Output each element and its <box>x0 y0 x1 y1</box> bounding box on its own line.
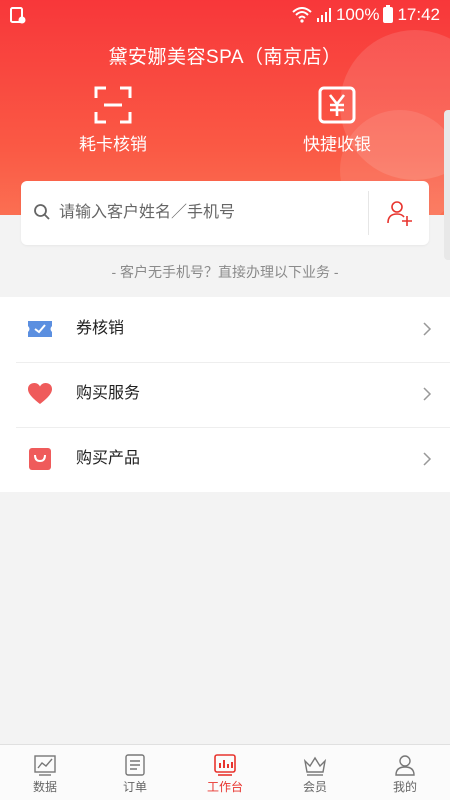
crown-icon <box>303 756 327 776</box>
tab-label: 我的 <box>392 780 417 794</box>
business-menu: 券核销 购买服务 购买产品 <box>0 297 450 492</box>
status-bar: 100% 17:42 <box>0 0 450 32</box>
yen-icon <box>318 86 356 124</box>
menu-label: 券核销 <box>76 320 125 337</box>
tab-label: 会员 <box>302 780 327 794</box>
signal-icon <box>316 8 331 22</box>
wifi-icon <box>292 7 312 23</box>
tab-members[interactable]: 会员 <box>270 745 360 800</box>
profile-icon <box>395 755 415 776</box>
battery-percent: 100% <box>335 5 380 24</box>
search-card <box>21 181 429 245</box>
workbench-icon <box>214 754 236 776</box>
shopping-bag-icon <box>29 448 51 470</box>
tab-profile[interactable]: 我的 <box>360 745 450 800</box>
clock: 17:42 <box>397 5 440 24</box>
side-drawer-handle[interactable] <box>444 110 450 260</box>
search-input[interactable] <box>59 181 379 245</box>
tab-label: 订单 <box>122 780 147 794</box>
tab-label: 数据 <box>32 780 57 794</box>
battery-icon <box>383 5 394 23</box>
divider <box>368 191 369 235</box>
coupon-icon <box>28 321 52 337</box>
tab-workbench[interactable]: 工作台 <box>180 745 270 800</box>
add-member-icon[interactable] <box>386 199 414 227</box>
notification-icon <box>10 7 26 24</box>
store-name[interactable]: 黛安娜美容SPA（南京店） <box>0 42 450 69</box>
tab-label: 工作台 <box>206 780 243 794</box>
list-icon <box>125 754 145 776</box>
search-icon <box>34 204 50 220</box>
menu-item-buy-service[interactable]: 购买服务 <box>0 362 450 427</box>
menu-label: 购买服务 <box>76 385 141 402</box>
tab-orders[interactable]: 订单 <box>90 745 180 800</box>
tab-data[interactable]: 数据 <box>0 745 90 800</box>
chart-icon <box>34 755 56 776</box>
consume-card-button[interactable]: 耗卡核销 <box>38 86 188 155</box>
quick-checkout-button[interactable]: 快捷收银 <box>262 86 412 155</box>
bottom-tab-bar: 数据 订单 工作台 会员 我的 <box>0 744 450 800</box>
consume-card-label: 耗卡核销 <box>79 135 147 154</box>
menu-label: 购买产品 <box>76 450 141 467</box>
chevron-right-icon <box>423 387 432 401</box>
chevron-right-icon <box>423 322 432 336</box>
scan-icon <box>94 86 132 124</box>
quick-checkout-label: 快捷收银 <box>303 135 371 154</box>
menu-item-coupon-verify[interactable]: 券核销 <box>0 297 450 362</box>
no-phone-hint: - 客户无手机号？直接办理以下业务 - <box>111 264 339 280</box>
chevron-right-icon <box>423 452 432 466</box>
menu-item-buy-product[interactable]: 购买产品 <box>0 427 450 492</box>
heart-icon <box>28 383 52 404</box>
